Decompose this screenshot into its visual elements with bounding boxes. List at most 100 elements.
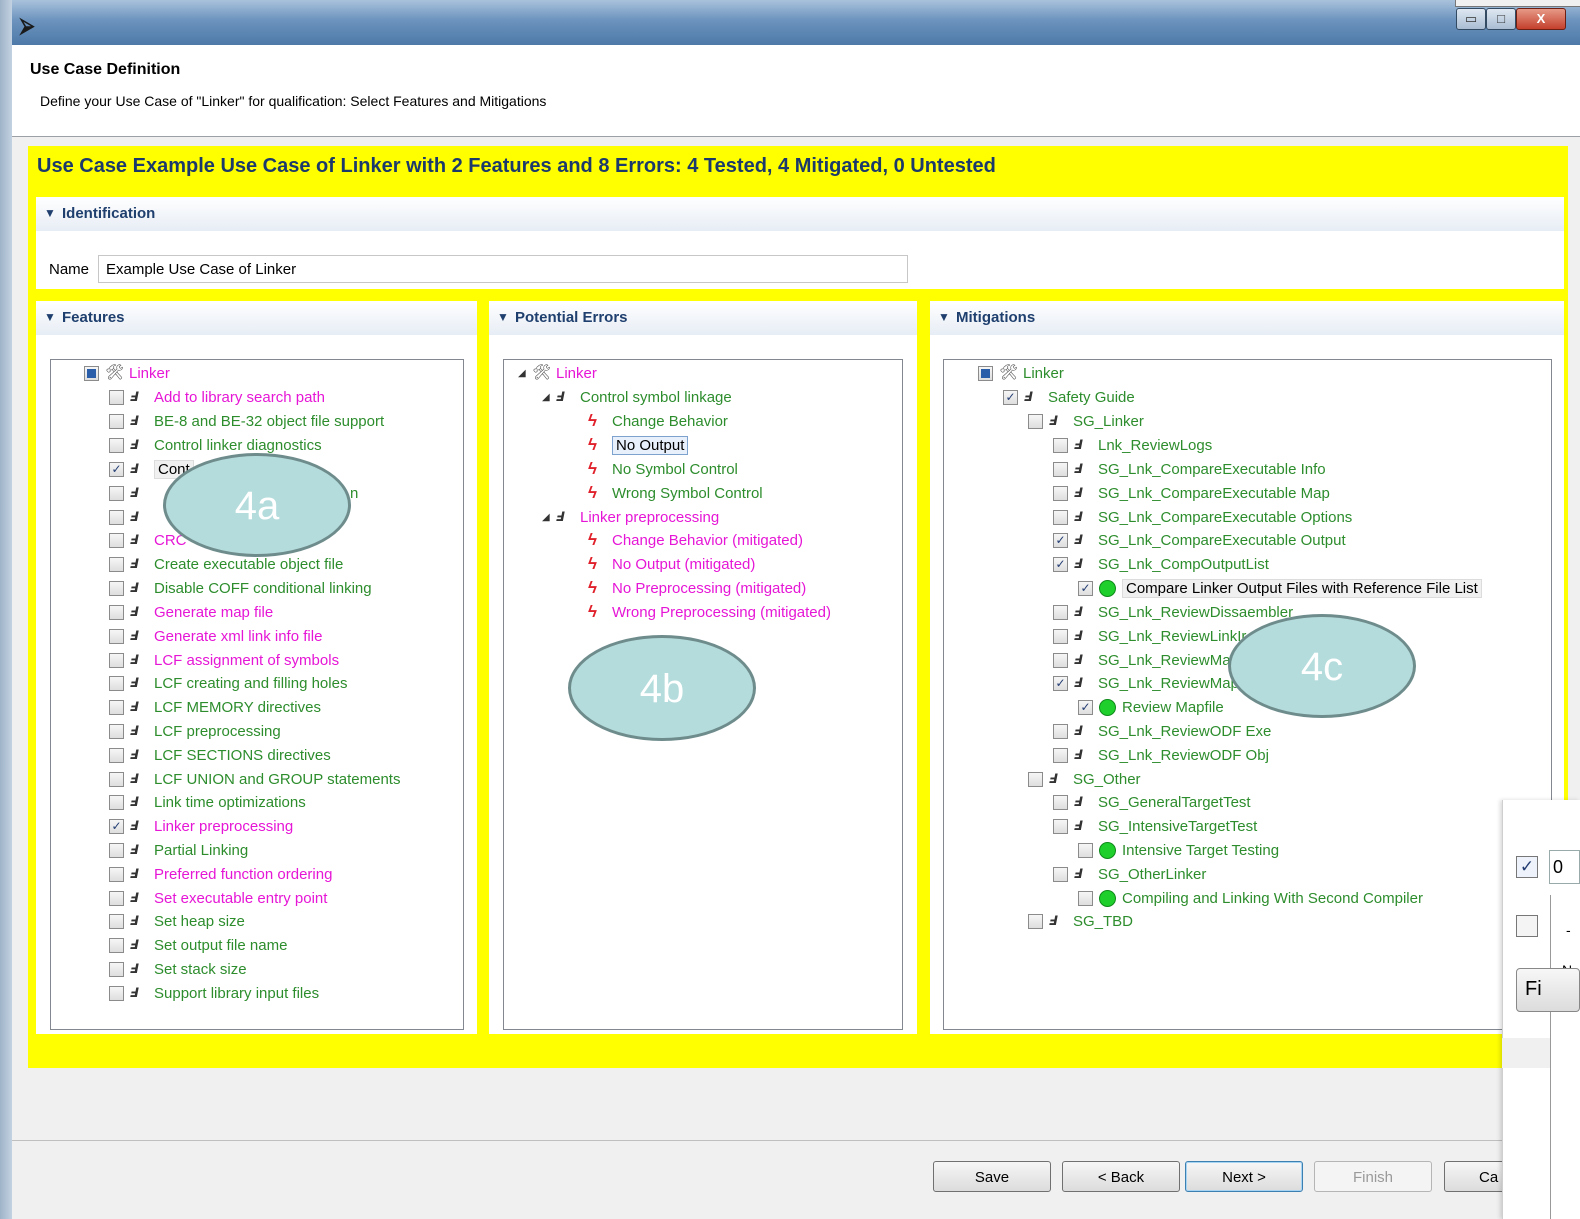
- overlay-input[interactable]: 0: [1549, 850, 1580, 884]
- checkbox[interactable]: [109, 794, 124, 810]
- feature-item[interactable]: Ⅎ LCF SECTIONS directives: [109, 744, 331, 766]
- checkbox[interactable]: [109, 509, 124, 525]
- tristate-checkbox[interactable]: [978, 365, 993, 381]
- checkbox[interactable]: [109, 890, 124, 906]
- mitigation-item[interactable]: ✓ Ⅎ SG_Lnk_CompOutputList: [1053, 553, 1269, 575]
- checkbox[interactable]: ✓: [1078, 699, 1093, 715]
- overlay-checkbox-checked[interactable]: ✓: [1516, 856, 1538, 878]
- collapse-triangle-icon[interactable]: ▼: [938, 310, 950, 324]
- feature-item[interactable]: Ⅎ BE-8 and BE-32 object file support: [109, 410, 384, 432]
- collapse-triangle-icon[interactable]: ▼: [497, 310, 509, 324]
- save-button[interactable]: Save: [933, 1161, 1051, 1192]
- mitigation-item[interactable]: Ⅎ SG_Lnk_CompareExecutable Map: [1053, 482, 1330, 504]
- checkbox[interactable]: [1053, 461, 1068, 477]
- checkbox[interactable]: ✓: [1053, 556, 1068, 572]
- checkbox[interactable]: [109, 652, 124, 668]
- error-item[interactable]: ϟ Wrong Preprocessing (mitigated): [588, 601, 831, 623]
- checkbox[interactable]: [1053, 866, 1068, 882]
- checkbox[interactable]: [1028, 771, 1043, 787]
- feature-item[interactable]: Ⅎ LCF MEMORY directives: [109, 696, 321, 718]
- error-group[interactable]: ◢ Ⅎ Control symbol linkage: [542, 386, 732, 408]
- checkbox[interactable]: [109, 556, 124, 572]
- error-group[interactable]: ◢ Ⅎ Linker preprocessing: [542, 506, 719, 528]
- checkbox[interactable]: [1053, 652, 1068, 668]
- checkbox[interactable]: ✓: [109, 461, 124, 477]
- mitigation-root[interactable]: 🛠 Linker: [978, 362, 1064, 384]
- checkbox[interactable]: ✓: [1053, 532, 1068, 548]
- feature-item[interactable]: Ⅎ Set executable entry point: [109, 887, 327, 909]
- mitigation-item[interactable]: ✓ Ⅎ SG_Lnk_CompareExecutable Output: [1053, 529, 1346, 551]
- error-item[interactable]: ϟ Wrong Symbol Control: [588, 482, 763, 504]
- checkbox[interactable]: [1053, 747, 1068, 763]
- mitigation-item[interactable]: Ⅎ SG_Lnk_ReviewMa: [1053, 649, 1231, 671]
- checkbox[interactable]: [1053, 509, 1068, 525]
- feature-item[interactable]: Ⅎ Add to library search path: [109, 386, 325, 408]
- feature-item[interactable]: Ⅎ Partial Linking: [109, 839, 248, 861]
- checkbox[interactable]: [1028, 413, 1043, 429]
- feature-item[interactable]: Ⅎ Set heap size: [109, 910, 245, 932]
- feature-item[interactable]: Ⅎ Support library input files: [109, 982, 319, 1004]
- checkbox[interactable]: [109, 771, 124, 787]
- title-bar[interactable]: [12, 0, 1580, 45]
- mitigation-item[interactable]: Ⅎ SG_Lnk_ReviewLinkIr: [1053, 625, 1246, 647]
- feature-item[interactable]: Ⅎ Link time optimizations: [109, 791, 306, 813]
- checkbox[interactable]: [1053, 794, 1068, 810]
- mitigation-item[interactable]: Ⅎ SG_OtherLinker: [1053, 863, 1206, 885]
- mitigation-item[interactable]: Ⅎ Lnk_ReviewLogs: [1053, 434, 1212, 456]
- checkbox[interactable]: [109, 866, 124, 882]
- back-button[interactable]: < Back: [1062, 1161, 1180, 1192]
- collapse-triangle-icon[interactable]: ▼: [44, 206, 56, 220]
- checkbox[interactable]: [109, 580, 124, 596]
- feature-item[interactable]: Ⅎ LCF preprocessing: [109, 720, 281, 742]
- name-input[interactable]: [98, 255, 908, 283]
- mitigation-item[interactable]: Ⅎ SG_Linker: [1028, 410, 1144, 432]
- checkbox[interactable]: [1053, 485, 1068, 501]
- collapse-triangle-icon[interactable]: ▼: [44, 310, 56, 324]
- feature-item[interactable]: Ⅎ Create executable object file: [109, 553, 343, 575]
- mitigation-item[interactable]: ✓ Ⅎ SG_Lnk_ReviewMap: [1053, 672, 1239, 694]
- mitigation-item[interactable]: Ⅎ SG_Lnk_CompareExecutable Options: [1053, 506, 1352, 528]
- checkbox[interactable]: [109, 842, 124, 858]
- feature-item[interactable]: Ⅎ: [109, 482, 154, 504]
- mitigation-item[interactable]: Ⅎ SG_Lnk_ReviewODF Obj: [1053, 744, 1269, 766]
- checkbox[interactable]: [109, 913, 124, 929]
- checkbox[interactable]: [109, 413, 124, 429]
- potential-errors-header[interactable]: ▼ Potential Errors: [489, 301, 917, 335]
- mitigation-item[interactable]: Ⅎ SG_TBD: [1028, 910, 1133, 932]
- tree-item-root[interactable]: ◢ 🛠 Linker: [518, 362, 597, 384]
- feature-item[interactable]: Ⅎ Preferred function ordering: [109, 863, 332, 885]
- checkbox[interactable]: [109, 604, 124, 620]
- overlay-button[interactable]: Fi: [1516, 968, 1580, 1012]
- error-item[interactable]: ϟ Change Behavior (mitigated): [588, 529, 803, 551]
- features-header[interactable]: ▼ Features: [36, 301, 477, 335]
- checkbox[interactable]: [109, 675, 124, 691]
- feature-item[interactable]: Ⅎ Generate xml link info file: [109, 625, 322, 647]
- feature-item[interactable]: ✓ Ⅎ Linker preprocessing: [109, 815, 293, 837]
- mitigations-header[interactable]: ▼ Mitigations: [930, 301, 1564, 335]
- checkbox[interactable]: ✓: [109, 818, 124, 834]
- feature-item[interactable]: Ⅎ Disable COFF conditional linking: [109, 577, 372, 599]
- checkbox[interactable]: [109, 628, 124, 644]
- checkbox[interactable]: [109, 699, 124, 715]
- checkbox[interactable]: [1053, 437, 1068, 453]
- expand-triangle-icon[interactable]: ◢: [542, 512, 556, 523]
- next-button[interactable]: Next >: [1185, 1161, 1303, 1192]
- checkbox[interactable]: [1053, 628, 1068, 644]
- feature-item[interactable]: Ⅎ LCF assignment of symbols: [109, 649, 339, 671]
- checkbox[interactable]: ✓: [1053, 675, 1068, 691]
- error-item[interactable]: ϟ No Symbol Control: [588, 458, 738, 480]
- error-item[interactable]: ϟ No Output (mitigated): [588, 553, 755, 575]
- checkbox[interactable]: [1053, 604, 1068, 620]
- mitigation-item[interactable]: Ⅎ SG_GeneralTargetTest: [1053, 791, 1251, 813]
- feature-item[interactable]: Ⅎ Control linker diagnostics: [109, 434, 322, 456]
- checkbox[interactable]: [109, 723, 124, 739]
- checkbox[interactable]: [1028, 913, 1043, 929]
- checkbox[interactable]: [1053, 723, 1068, 739]
- checkbox[interactable]: [109, 389, 124, 405]
- mitigation-item-selected[interactable]: ✓ Compare Linker Output Files with Refere…: [1078, 577, 1482, 599]
- overlay-checkbox[interactable]: [1516, 915, 1538, 937]
- checkbox[interactable]: [109, 485, 124, 501]
- checkbox[interactable]: [109, 532, 124, 548]
- checkbox[interactable]: ✓: [1003, 389, 1018, 405]
- error-item[interactable]: ϟ Change Behavior: [588, 410, 728, 432]
